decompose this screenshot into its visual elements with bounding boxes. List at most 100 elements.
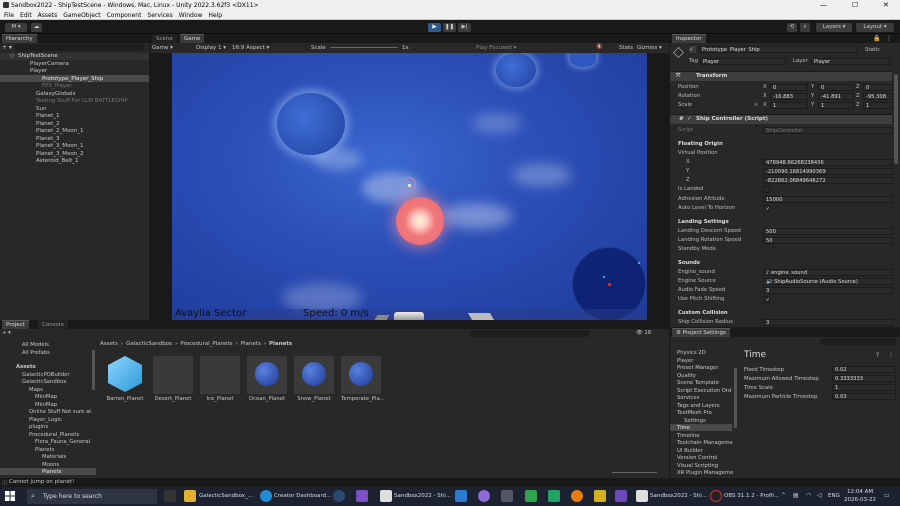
tree-item[interactable]: GalacticPOBuilder bbox=[22, 372, 70, 378]
settings-category[interactable]: Version Control bbox=[677, 455, 717, 461]
settings-category[interactable]: Preset Manager bbox=[677, 365, 718, 371]
tree-item[interactable]: MiniMap bbox=[35, 394, 57, 400]
tag-dropdown[interactable]: Player bbox=[700, 58, 786, 65]
taskbar-app-label[interactable]: GalacticSandbox_... bbox=[199, 493, 253, 499]
hierarchy-item[interactable]: Planet_2 bbox=[36, 121, 60, 127]
settings-category[interactable]: Time bbox=[677, 425, 690, 431]
layout-dropdown[interactable]: Layout ▾ bbox=[856, 23, 894, 32]
hierarchy-item[interactable]: Sun bbox=[36, 106, 46, 112]
play-button[interactable]: ▶ bbox=[428, 23, 441, 32]
tree-item[interactable]: Procedural_Planets bbox=[29, 432, 79, 438]
thumbnail-size-slider[interactable] bbox=[612, 472, 657, 473]
component-checkbox[interactable]: ✓ bbox=[687, 116, 692, 122]
hierarchy-item[interactable]: PlayerCamera bbox=[30, 61, 69, 67]
tab-project-settings[interactable]: ⚙ Project Settings bbox=[672, 328, 730, 337]
settings-category[interactable]: Toolchain Manageme bbox=[677, 440, 733, 446]
cloud-icon[interactable]: ☁ bbox=[31, 23, 42, 32]
taskbar-app-label[interactable]: Sandbox2022 - Shi... bbox=[394, 493, 451, 499]
obs-icon[interactable] bbox=[710, 490, 722, 502]
menu-window[interactable]: Window bbox=[179, 11, 203, 20]
time-scale-field[interactable]: 1 bbox=[832, 384, 896, 391]
settings-category[interactable]: XR Plugin Manageme bbox=[677, 470, 733, 476]
settings-category[interactable]: Physics 2D bbox=[677, 350, 706, 356]
hierarchy-item[interactable]: Planet_3_Moon_2 bbox=[36, 151, 83, 157]
position-x[interactable]: 0 bbox=[770, 84, 808, 91]
settings-category[interactable]: Player bbox=[677, 358, 693, 364]
settings-category[interactable]: UI Builder bbox=[677, 448, 703, 454]
hierarchy-item[interactable]: FPS_Player bbox=[42, 83, 72, 89]
volume-icon[interactable]: ◁ bbox=[817, 492, 822, 499]
virtual-z-field[interactable]: -822862.06849648272 bbox=[763, 177, 893, 184]
menu-file[interactable]: File bbox=[4, 11, 14, 20]
tab-hierarchy[interactable]: Hierarchy bbox=[2, 34, 37, 43]
breadcrumb-item[interactable]: Planets bbox=[269, 341, 292, 347]
inspector-scrollbar[interactable] bbox=[894, 74, 898, 164]
settings-category[interactable]: Quality bbox=[677, 373, 696, 379]
settings-category[interactable]: Scene Template bbox=[677, 380, 719, 386]
display-mode-dropdown[interactable]: Game ▾ bbox=[152, 45, 173, 51]
hierarchy-item[interactable]: Player bbox=[30, 68, 47, 74]
tree-item[interactable]: MiniMap bbox=[35, 402, 57, 408]
network-icon[interactable]: ▤ bbox=[793, 492, 799, 499]
settings-category[interactable]: Settings bbox=[684, 418, 706, 424]
position-z[interactable]: 0 bbox=[863, 84, 893, 91]
layers-dropdown[interactable]: Layers ▾ bbox=[816, 23, 852, 32]
maximize-button[interactable]: ☐ bbox=[852, 1, 858, 9]
tab-console[interactable]: Console bbox=[38, 320, 68, 329]
asset-tile[interactable]: Snow_Planet bbox=[294, 356, 334, 402]
hierarchy-item[interactable]: Planet_3_Moon_1 bbox=[36, 143, 83, 149]
asset-tile[interactable]: Ocean_Planet bbox=[247, 356, 287, 402]
taskbar-app-label[interactable]: Creator Dashboard... bbox=[274, 493, 331, 499]
create-asset-button[interactable]: + ▾ bbox=[2, 330, 11, 336]
tree-item[interactable]: Online Stuff Not sure at bbox=[29, 409, 91, 415]
rotation-y[interactable]: -41.891 bbox=[818, 93, 854, 100]
menu-icon[interactable]: ⋮ bbox=[886, 35, 892, 42]
clock-date[interactable]: 2026-03-22 bbox=[844, 497, 876, 503]
tray-chevron-icon[interactable]: ⌃ bbox=[781, 492, 786, 499]
favorites-item[interactable]: All Prefabs bbox=[22, 350, 50, 356]
max-timestep-field[interactable]: 0.3333333 bbox=[832, 375, 896, 382]
tree-item[interactable]: Moons bbox=[42, 462, 59, 468]
tab-project[interactable]: Project bbox=[2, 320, 29, 329]
asset-tile[interactable]: Ice_Planet bbox=[200, 356, 240, 402]
hierarchy-search[interactable] bbox=[14, 44, 144, 51]
hierarchy-item[interactable]: Prototype_Player_Ship bbox=[42, 76, 103, 82]
settings-category[interactable]: Timeline bbox=[677, 433, 700, 439]
blender-icon[interactable] bbox=[571, 490, 583, 502]
notification-icon[interactable]: ▭ bbox=[884, 492, 890, 499]
tree-item[interactable]: Planets bbox=[42, 469, 61, 475]
breadcrumb-item[interactable]: Procedural_Planets bbox=[180, 341, 232, 347]
transform-header[interactable]: ⤧ Transform bbox=[670, 71, 892, 81]
tab-inspector[interactable]: Inspector bbox=[672, 34, 706, 43]
rotation-x[interactable]: -16.883 bbox=[770, 93, 808, 100]
clock-time[interactable]: 12:04 AM bbox=[847, 489, 873, 495]
vscode-icon[interactable] bbox=[455, 490, 467, 502]
is-landed-checkbox[interactable] bbox=[763, 186, 770, 193]
lock-icon[interactable]: 🔒 bbox=[873, 35, 880, 42]
menu-services[interactable]: Services bbox=[147, 11, 172, 20]
project-search[interactable] bbox=[470, 330, 590, 337]
mute-icon[interactable]: 🔇 bbox=[596, 44, 603, 50]
account-button[interactable]: M ▾ bbox=[5, 23, 27, 32]
layer-dropdown[interactable]: Player bbox=[811, 58, 890, 65]
settings-menu-icon[interactable]: ⋮ bbox=[888, 352, 894, 359]
app-icon[interactable] bbox=[615, 490, 627, 502]
scene-name[interactable]: ShipTestScene bbox=[18, 53, 58, 59]
ship-controller-header[interactable]: # ✓ Ship Controller (Script) bbox=[670, 114, 892, 124]
tree-scrollbar[interactable] bbox=[92, 350, 95, 390]
engine-sound-field[interactable]: ♪ engine_sound bbox=[763, 269, 893, 276]
landing-rotation-field[interactable]: 50 bbox=[763, 237, 893, 244]
file-explorer-icon[interactable] bbox=[184, 490, 196, 502]
unity-icon[interactable] bbox=[636, 490, 648, 502]
hierarchy-item[interactable]: GalaxyGlobals bbox=[36, 91, 75, 97]
help-icon[interactable]: ? bbox=[876, 352, 879, 359]
tree-item[interactable]: Assets bbox=[16, 364, 36, 370]
windows-start-icon[interactable] bbox=[5, 491, 15, 501]
display-dropdown[interactable]: Display 1 ▾ bbox=[196, 45, 226, 51]
taskbar-app-label[interactable]: Sandbox2022 - Shi... bbox=[650, 493, 707, 499]
visual-studio-icon[interactable] bbox=[356, 490, 368, 502]
scale-z[interactable]: 1 bbox=[863, 102, 893, 109]
step-button[interactable]: ▶| bbox=[458, 23, 471, 32]
unity-icon[interactable] bbox=[380, 490, 392, 502]
collision-radius-field[interactable]: 3 bbox=[763, 319, 893, 326]
